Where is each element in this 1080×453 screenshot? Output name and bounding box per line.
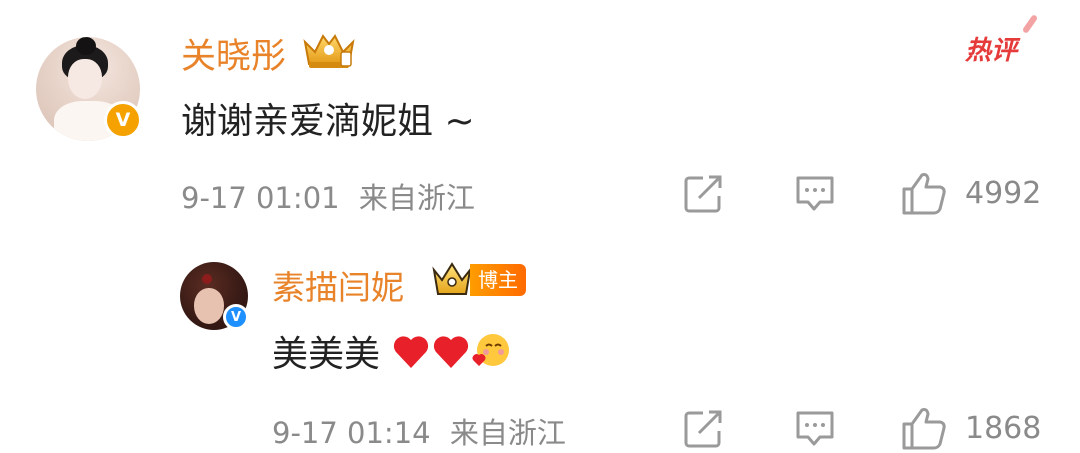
- like-count: 1868: [965, 411, 1042, 446]
- comment-meta: 9-17 01:01 来自浙江: [181, 175, 475, 217]
- username[interactable]: 素描闫妮: [272, 261, 404, 309]
- comment-text-content: 美美美: [272, 334, 381, 375]
- like-icon[interactable]: [900, 171, 948, 215]
- heart-emoji-icon: [431, 334, 471, 379]
- comment-icon[interactable]: [794, 174, 836, 214]
- hot-comment-tag: 热评: [965, 14, 1039, 67]
- comment-icon[interactable]: [794, 409, 836, 449]
- comment-location: 来自浙江: [358, 181, 475, 215]
- like-count: 4992: [965, 176, 1042, 211]
- share-icon[interactable]: [683, 409, 725, 449]
- like-icon[interactable]: [900, 406, 948, 450]
- crown-badge-icon: [301, 30, 357, 74]
- verified-badge-icon: V: [104, 101, 142, 139]
- comment-time: 9-17 01:14: [272, 416, 431, 450]
- heart-emoji-icon: [391, 334, 431, 379]
- blogger-tag: 博主: [470, 264, 526, 296]
- comment-text: 谢谢亲爱滴妮姐 ~: [181, 101, 475, 142]
- comment-meta: 9-17 01:14 来自浙江: [272, 410, 566, 452]
- comment-text: 美美美: [272, 325, 511, 381]
- comment-location: 来自浙江: [449, 416, 566, 450]
- crown-badge-icon: [432, 262, 472, 302]
- share-icon[interactable]: [683, 174, 725, 214]
- comment-time: 9-17 01:01: [181, 181, 340, 215]
- love-face-emoji-icon: [471, 332, 511, 381]
- verified-badge-icon: V: [223, 304, 249, 330]
- username[interactable]: 关晓彤: [181, 28, 286, 79]
